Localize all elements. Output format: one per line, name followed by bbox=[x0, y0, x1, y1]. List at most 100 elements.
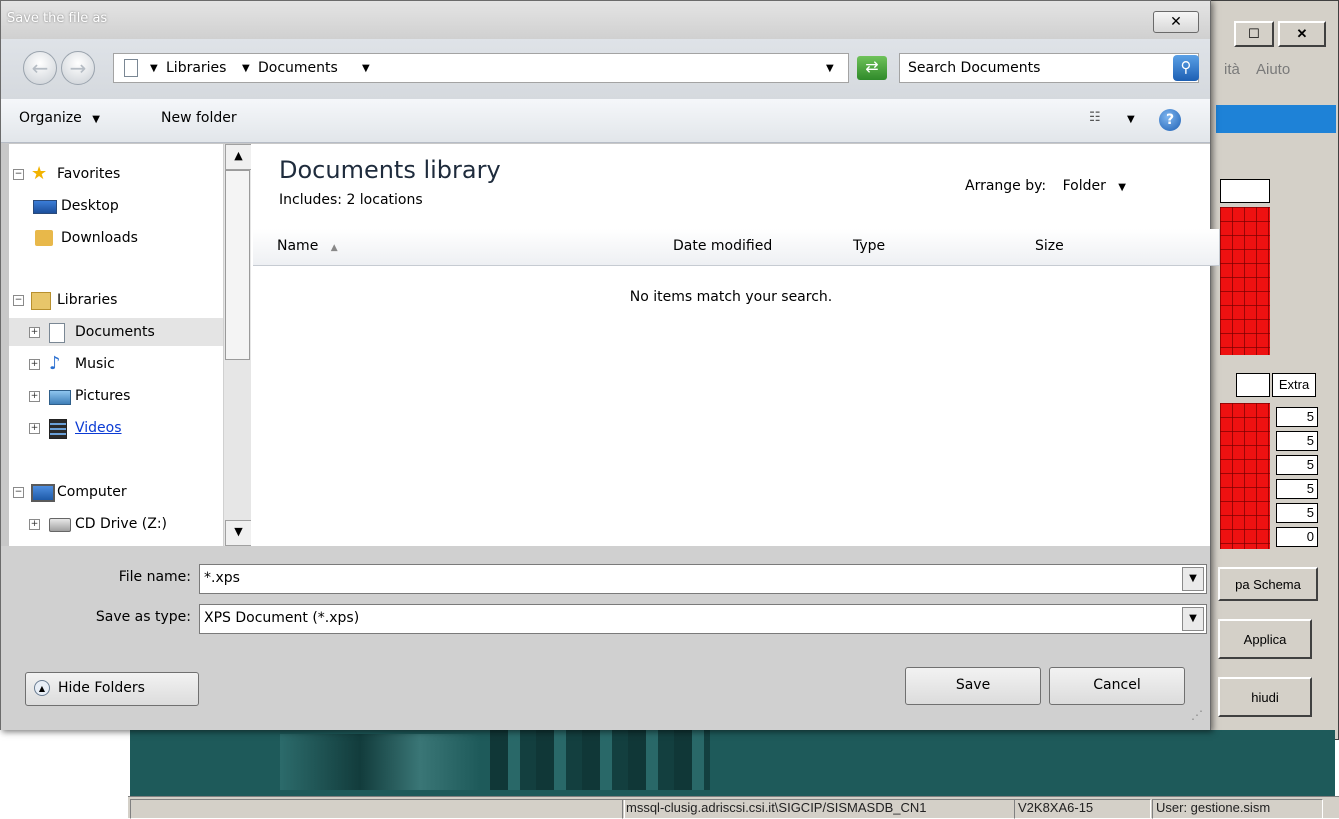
status-cell-empty bbox=[130, 799, 625, 819]
breadcrumb-arrow-icon[interactable]: ▼ bbox=[242, 63, 250, 74]
nav-item-pictures[interactable]: + Pictures bbox=[9, 382, 223, 410]
search-button[interactable]: ⚲ bbox=[1173, 55, 1199, 81]
bg-banner-texture bbox=[490, 730, 710, 790]
save-type-value: XPS Document (*.xps) bbox=[204, 610, 360, 626]
nav-item-favorites[interactable]: − ★ Favorites bbox=[9, 160, 223, 188]
expand-icon[interactable]: + bbox=[29, 519, 40, 530]
breadcrumb-documents[interactable]: Documents bbox=[258, 60, 338, 76]
bg-menu-item[interactable]: ità bbox=[1224, 61, 1240, 78]
new-folder-button[interactable]: New folder bbox=[161, 110, 237, 126]
bg-menu-aiuto[interactable]: Aiuto bbox=[1256, 61, 1290, 78]
chevron-down-icon[interactable]: ▼ bbox=[1118, 182, 1126, 193]
search-input[interactable]: Search Documents bbox=[899, 53, 1199, 83]
nav-item-videos[interactable]: + Videos bbox=[9, 414, 223, 442]
column-size[interactable]: Size bbox=[1025, 229, 1158, 266]
bg-applica-button[interactable]: Applica bbox=[1218, 619, 1312, 659]
status-server: mssql-clusig.adriscsi.csi.it\SIGCIP/SISM… bbox=[622, 799, 1015, 819]
search-icon: ⚲ bbox=[1180, 58, 1192, 76]
bg-mappa-schema-button[interactable]: pa Schema bbox=[1218, 567, 1318, 601]
expand-icon[interactable]: + bbox=[29, 391, 40, 402]
expand-icon[interactable]: + bbox=[29, 327, 40, 338]
bg-red-grid-top bbox=[1220, 207, 1270, 355]
scrollbar-thumb[interactable] bbox=[225, 170, 250, 360]
save-type-select[interactable]: XPS Document (*.xps) ▼ bbox=[199, 604, 1207, 634]
bg-extra-value[interactable]: 5 bbox=[1276, 455, 1318, 475]
bg-extra-value[interactable]: 5 bbox=[1276, 431, 1318, 451]
bg-extra-value[interactable]: 5 bbox=[1276, 503, 1318, 523]
nav-item-computer[interactable]: − Computer bbox=[9, 478, 223, 506]
nav-item-desktop[interactable]: Desktop bbox=[9, 192, 223, 220]
chevron-down-icon[interactable]: ▼ bbox=[1182, 607, 1204, 631]
nav-item-documents[interactable]: + Documents bbox=[9, 318, 223, 346]
pictures-icon bbox=[49, 390, 71, 405]
column-type[interactable]: Type bbox=[843, 229, 1036, 266]
column-date-modified[interactable]: Date modified bbox=[663, 229, 854, 266]
file-name-label: File name: bbox=[118, 569, 191, 585]
cancel-button[interactable]: Cancel bbox=[1049, 667, 1185, 705]
bg-maximize-button[interactable]: ☐ bbox=[1234, 21, 1274, 47]
cd-drive-icon bbox=[49, 518, 71, 532]
breadcrumb-arrow-icon[interactable]: ▼ bbox=[150, 63, 158, 74]
resize-grip-icon[interactable]: ⋰ bbox=[1191, 708, 1203, 722]
bg-extra-value[interactable]: 0 bbox=[1276, 527, 1318, 547]
includes-label: Includes: bbox=[279, 192, 342, 208]
bg-extra-value[interactable]: 5 bbox=[1276, 407, 1318, 427]
nav-item-cd-drive[interactable]: + CD Drive (Z:) bbox=[9, 510, 223, 538]
back-button[interactable]: ← bbox=[23, 51, 57, 85]
nav-label: Videos bbox=[75, 420, 122, 436]
help-icon[interactable]: ? bbox=[1159, 109, 1181, 131]
hide-folders-button[interactable]: ▲ Hide Folders bbox=[25, 672, 199, 706]
breadcrumb-libraries[interactable]: Libraries bbox=[166, 60, 226, 76]
nav-label: Desktop bbox=[61, 198, 119, 214]
arrange-by-dropdown[interactable]: Folder bbox=[1063, 178, 1106, 194]
refresh-icon: ⇄ bbox=[865, 57, 879, 76]
save-dialog: Save the file as ✕ ← → ▼ Libraries ▼ Doc… bbox=[0, 0, 1220, 730]
collapse-icon[interactable]: − bbox=[13, 169, 24, 180]
bg-banner-texture bbox=[280, 734, 480, 790]
close-button[interactable]: ✕ bbox=[1153, 11, 1199, 33]
bg-extra-value[interactable]: 5 bbox=[1276, 479, 1318, 499]
scroll-up-icon[interactable]: ▲ bbox=[225, 144, 252, 170]
scroll-down-icon[interactable]: ▼ bbox=[225, 520, 252, 546]
address-bar[interactable]: ▼ Libraries ▼ Documents ▼ ▼ bbox=[113, 53, 849, 83]
nav-item-downloads[interactable]: Downloads bbox=[9, 224, 223, 252]
breadcrumb-arrow-icon[interactable]: ▼ bbox=[362, 63, 370, 74]
nav-label: Documents bbox=[75, 324, 155, 340]
column-spacer bbox=[1147, 229, 1220, 266]
expand-icon[interactable]: + bbox=[29, 359, 40, 370]
nav-item-libraries[interactable]: − Libraries bbox=[9, 286, 223, 314]
hide-folders-label: Hide Folders bbox=[58, 680, 145, 696]
background-app-window: ☐ ✕ ità Aiuto Extra 5 5 5 5 5 0 pa Schem… bbox=[1205, 0, 1339, 740]
dialog-title-bar[interactable]: Save the file as ✕ bbox=[1, 1, 1210, 39]
nav-label: CD Drive (Z:) bbox=[75, 516, 168, 532]
view-dropdown-icon[interactable]: ▼ bbox=[1127, 114, 1135, 125]
bg-status-bar: mssql-clusig.adriscsi.csi.it\SIGCIP/SISM… bbox=[128, 796, 1339, 819]
bg-input-box-2[interactable] bbox=[1236, 373, 1270, 397]
forward-button[interactable]: → bbox=[61, 51, 95, 85]
navigation-pane: − ★ Favorites Desktop Downloads − Librar… bbox=[9, 144, 251, 546]
expand-icon[interactable]: + bbox=[29, 423, 40, 434]
save-options-panel: File name: *.xps ▼ Save as type: XPS Doc… bbox=[1, 546, 1210, 730]
refresh-button[interactable]: ⇄ bbox=[857, 56, 887, 80]
column-name[interactable]: Name ▲ bbox=[253, 229, 674, 266]
arrange-by: Arrange by: Folder ▼ bbox=[965, 178, 1126, 194]
nav-item-music[interactable]: + ♪ Music bbox=[9, 350, 223, 378]
library-includes: Includes: 2 locations bbox=[279, 192, 423, 208]
address-dropdown-icon[interactable]: ▼ bbox=[826, 63, 834, 74]
locations-link[interactable]: 2 locations bbox=[346, 192, 422, 208]
bg-chiudi-button[interactable]: hiudi bbox=[1218, 677, 1312, 717]
nav-scrollbar[interactable]: ▲ ▼ bbox=[223, 144, 252, 546]
collapse-icon[interactable]: − bbox=[13, 295, 24, 306]
chevron-down-icon[interactable]: ▼ bbox=[1182, 567, 1204, 591]
collapse-icon[interactable]: − bbox=[13, 487, 24, 498]
save-button[interactable]: Save bbox=[905, 667, 1041, 705]
view-options-icon[interactable]: ☷ bbox=[1089, 110, 1101, 125]
file-name-input[interactable]: *.xps ▼ bbox=[199, 564, 1207, 594]
status-machine: V2K8XA6-15 bbox=[1014, 799, 1151, 819]
organize-button[interactable]: Organize ▼ bbox=[19, 110, 100, 126]
bg-close-button[interactable]: ✕ bbox=[1278, 21, 1326, 47]
bg-input-box[interactable] bbox=[1220, 179, 1270, 203]
bg-red-grid-bottom bbox=[1220, 403, 1270, 549]
sort-ascending-icon: ▲ bbox=[330, 243, 338, 253]
videos-icon bbox=[49, 419, 67, 439]
